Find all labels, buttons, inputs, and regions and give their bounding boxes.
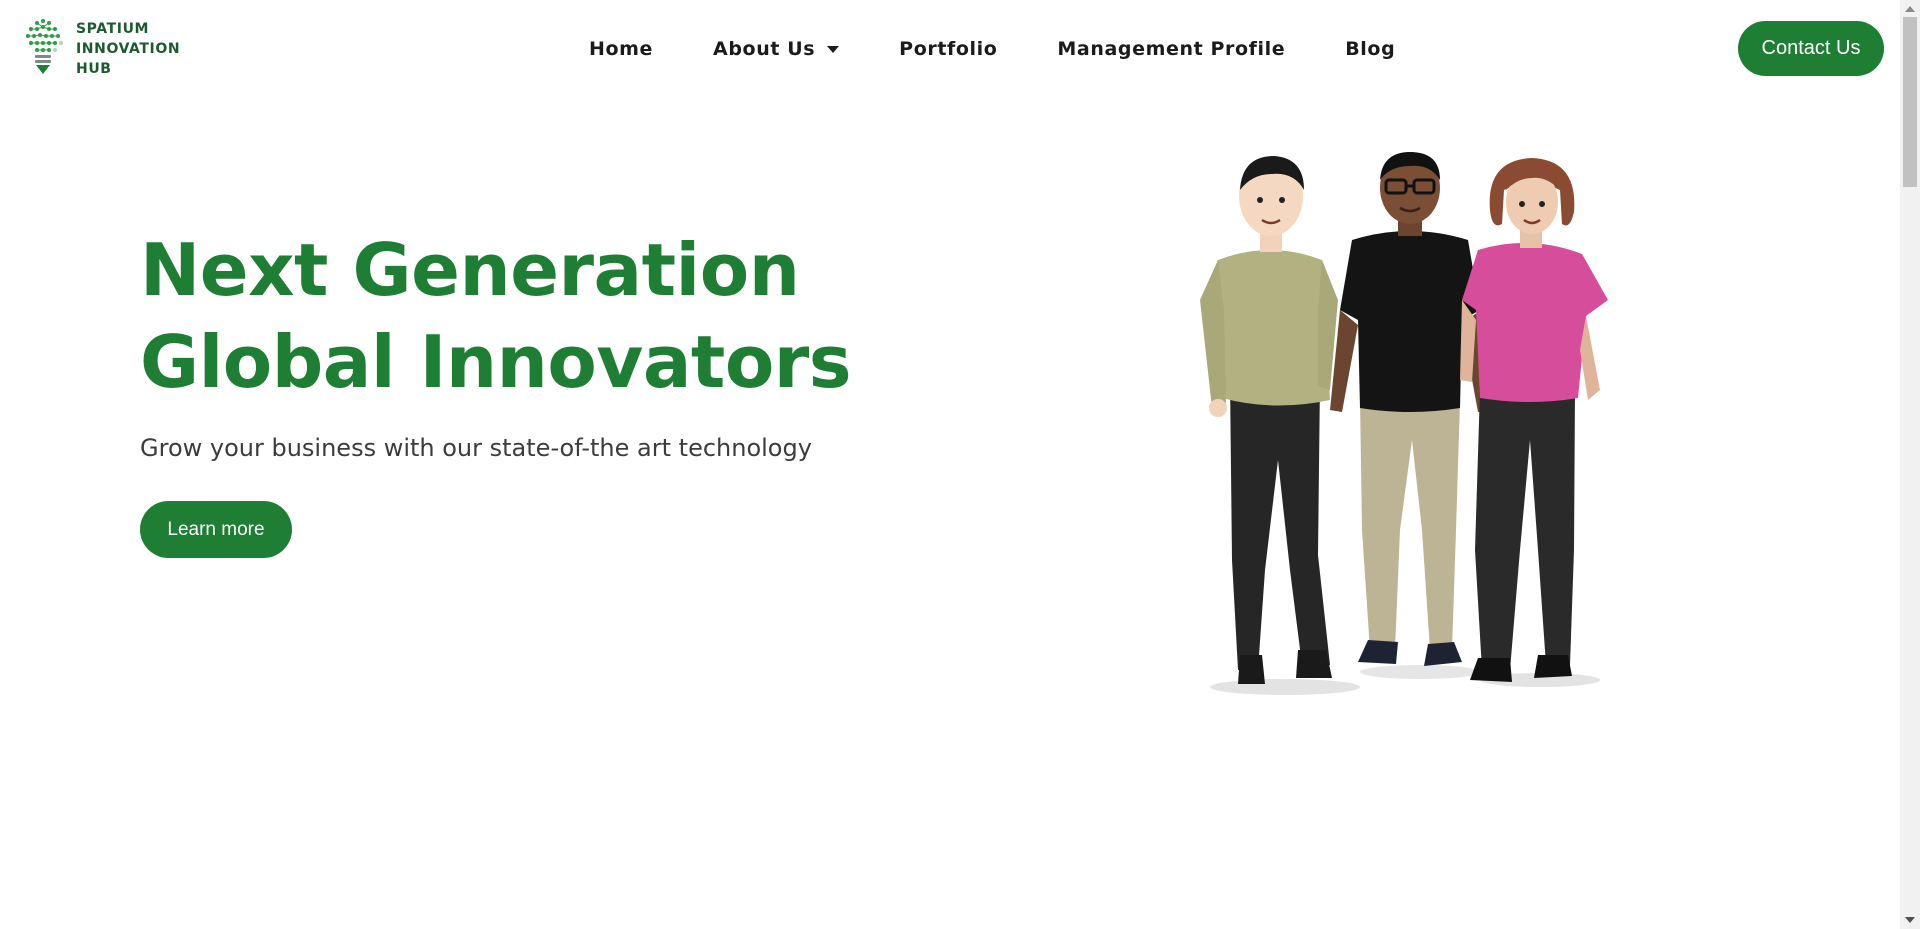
- nav-item-about-us[interactable]: About Us: [713, 38, 840, 60]
- scroll-down-icon[interactable]: [1905, 917, 1915, 923]
- learn-more-button[interactable]: Learn more: [140, 501, 292, 558]
- logo-line: SPATIUM: [76, 21, 150, 37]
- nav-item-label: Portfolio: [899, 38, 998, 60]
- caret-down-icon: [827, 45, 840, 53]
- nav-item-portfolio[interactable]: Portfolio: [899, 38, 997, 60]
- nav-item-blog[interactable]: Blog: [1345, 38, 1395, 60]
- nav-item-label: Blog: [1345, 38, 1396, 60]
- hero-title: Next Generation Global Innovators: [140, 228, 852, 404]
- nav-item-label: About Us: [713, 38, 816, 60]
- site-logo[interactable]: SPATIUM INNOVATION HUB: [26, 18, 180, 79]
- lightbulb-circuit-icon: [26, 19, 63, 74]
- three-people-illustration: [1200, 152, 1608, 695]
- scroll-up-icon[interactable]: [1905, 6, 1915, 12]
- person-left: [1200, 156, 1338, 684]
- contact-us-button[interactable]: Contact Us: [1738, 21, 1884, 76]
- logo-wordmark: SPATIUM INNOVATION HUB: [76, 18, 180, 79]
- vertical-scrollbar[interactable]: [1900, 0, 1920, 929]
- hero-subtitle: Grow your business with our state-of-the…: [140, 434, 812, 462]
- main-nav: Home About Us Portfolio Management Profi…: [589, 34, 1395, 64]
- nav-item-label: Management Profile: [1057, 38, 1286, 60]
- nav-item-label: Home: [589, 38, 654, 60]
- person-middle: [1330, 152, 1490, 666]
- site-header: SPATIUM INNOVATION HUB Home About Us Por…: [0, 0, 1900, 98]
- landing-page: SPATIUM INNOVATION HUB Home About Us Por…: [0, 0, 1920, 929]
- person-right: [1460, 158, 1608, 682]
- logo-line: INNOVATION: [76, 41, 181, 57]
- nav-item-management-profile[interactable]: Management Profile: [1057, 38, 1285, 60]
- logo-line: HUB: [76, 61, 112, 77]
- nav-item-home[interactable]: Home: [589, 38, 653, 60]
- scrollbar-thumb[interactable]: [1903, 17, 1917, 187]
